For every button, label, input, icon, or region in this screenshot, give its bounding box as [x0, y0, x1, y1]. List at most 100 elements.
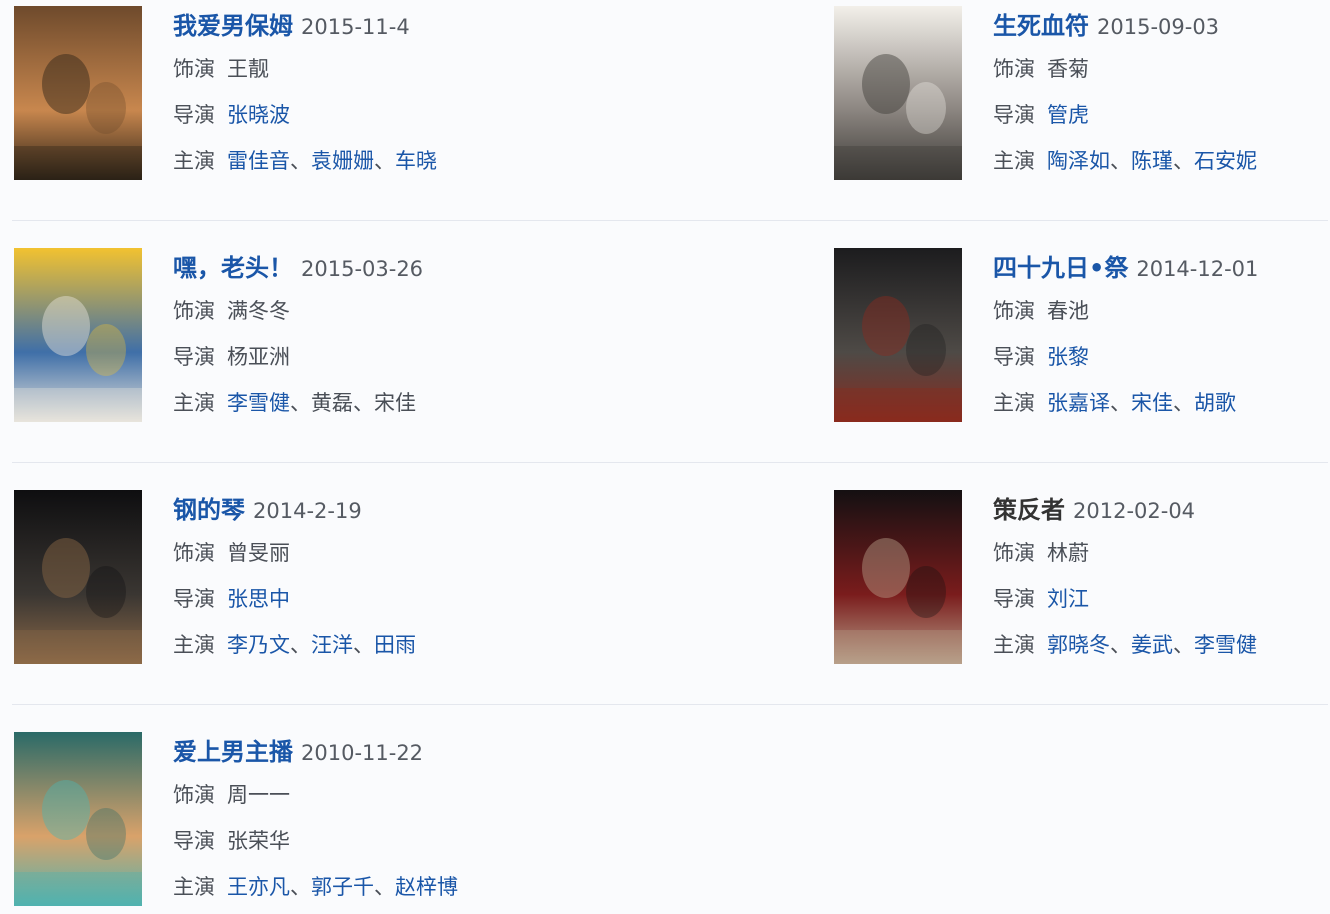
director-label: 导演 — [993, 587, 1035, 611]
cast-member[interactable]: 郭子千 — [311, 875, 374, 899]
row-divider — [12, 220, 1328, 221]
cast-label: 主演 — [993, 633, 1035, 657]
cast-member[interactable]: 郭晓冬 — [1047, 633, 1110, 657]
director-row: 导演 张晓波 — [173, 92, 653, 138]
cast-label: 主演 — [993, 391, 1035, 415]
cast-member[interactable]: 宋佳 — [1131, 391, 1173, 415]
role-name: 春池 — [1047, 299, 1089, 323]
film-title[interactable]: 生死血符 — [993, 12, 1089, 40]
cast-separator: 、 — [1110, 149, 1131, 173]
cast-separator: 、 — [353, 391, 374, 415]
cast-member[interactable]: 陶泽如 — [1047, 149, 1110, 173]
cast-row: 主演 张嘉译、宋佳、胡歌 — [993, 380, 1330, 426]
director-row: 导演 杨亚洲 — [173, 334, 653, 380]
cast-separator: 、 — [1173, 391, 1194, 415]
film-title-row: 我爱男保姆 2015-11-4 — [173, 6, 653, 46]
film-poster[interactable] — [14, 732, 142, 906]
director-name[interactable]: 张晓波 — [227, 103, 290, 127]
film-poster[interactable] — [14, 248, 142, 422]
cast-member[interactable]: 王亦凡 — [227, 875, 290, 899]
cast-member[interactable]: 李乃文 — [227, 633, 290, 657]
film-date: 2014-2-19 — [253, 499, 362, 523]
film-poster[interactable] — [834, 248, 962, 422]
cast-member[interactable]: 李雪健 — [227, 391, 290, 415]
cast-separator: 、 — [1110, 391, 1131, 415]
cast-member[interactable]: 田雨 — [374, 633, 416, 657]
film-entry: 四十九日•祭 2014-12-01 饰演 春池 导演 张黎 主演 张嘉译、宋佳、胡歌 — [834, 248, 1330, 428]
cast-member[interactable]: 李雪健 — [1194, 633, 1257, 657]
director-name: 张荣华 — [227, 829, 290, 853]
cast-member[interactable]: 雷佳音 — [227, 149, 290, 173]
role-label: 饰演 — [993, 299, 1035, 323]
cast-separator: 、 — [1110, 633, 1131, 657]
role-name: 周一一 — [227, 783, 290, 807]
cast-separator: 、 — [1173, 633, 1194, 657]
row-divider — [12, 462, 1328, 463]
film-info: 策反者 2012-02-04 饰演 林蔚 导演 刘江 主演 郭晓冬、姜武、李雪健 — [993, 490, 1330, 668]
film-date: 2014-12-01 — [1136, 257, 1259, 281]
director-name[interactable]: 张黎 — [1047, 345, 1089, 369]
cast-member[interactable]: 汪洋 — [311, 633, 353, 657]
cast-label: 主演 — [173, 875, 215, 899]
cast-member[interactable]: 陈瑾 — [1131, 149, 1173, 173]
cast-separator: 、 — [1173, 149, 1194, 173]
cast-member[interactable]: 张嘉译 — [1047, 391, 1110, 415]
cast-separator: 、 — [290, 633, 311, 657]
director-row: 导演 张思中 — [173, 576, 653, 622]
film-date: 2012-02-04 — [1073, 499, 1196, 523]
film-title[interactable]: 爱上男主播 — [173, 738, 293, 766]
director-label: 导演 — [993, 103, 1035, 127]
role-name: 香菊 — [1047, 57, 1089, 81]
role-name: 林蔚 — [1047, 541, 1089, 565]
film-entry: 钢的琴 2014-2-19 饰演 曾旻丽 导演 张思中 主演 李乃文、汪洋、田雨 — [14, 490, 654, 670]
cast-member: 宋佳 — [374, 391, 416, 415]
director-label: 导演 — [173, 587, 215, 611]
director-name[interactable]: 张思中 — [227, 587, 290, 611]
filmography-list: 我爱男保姆 2015-11-4 饰演 王靓 导演 张晓波 主演 雷佳音、袁姗姗、车晓 生死血符… — [0, 0, 1330, 914]
row-divider — [12, 704, 1328, 705]
cast-member[interactable]: 姜武 — [1131, 633, 1173, 657]
film-title[interactable]: 钢的琴 — [173, 496, 245, 524]
cast-separator: 、 — [290, 149, 311, 173]
cast-separator: 、 — [290, 875, 311, 899]
cast-member[interactable]: 胡歌 — [1194, 391, 1236, 415]
cast-separator: 、 — [374, 875, 395, 899]
film-entry: 我爱男保姆 2015-11-4 饰演 王靓 导演 张晓波 主演 雷佳音、袁姗姗、车晓 — [14, 6, 654, 186]
role-row: 饰演 满冬冬 — [173, 288, 653, 334]
cast-member[interactable]: 袁姗姗 — [311, 149, 374, 173]
film-title[interactable]: 嘿，老头！ — [173, 254, 293, 282]
film-poster[interactable] — [834, 490, 962, 664]
film-info: 嘿，老头！ 2015-03-26 饰演 满冬冬 导演 杨亚洲 主演 李雪健、黄磊、宋佳 — [173, 248, 653, 426]
cast-label: 主演 — [173, 391, 215, 415]
film-title[interactable]: 四十九日•祭 — [993, 254, 1128, 282]
film-poster[interactable] — [834, 6, 962, 180]
director-name: 杨亚洲 — [227, 345, 290, 369]
cast-separator: 、 — [374, 149, 395, 173]
role-label: 饰演 — [993, 57, 1035, 81]
film-poster[interactable] — [14, 490, 142, 664]
director-row: 导演 张黎 — [993, 334, 1330, 380]
film-title[interactable]: 我爱男保姆 — [173, 12, 293, 40]
film-title-row: 钢的琴 2014-2-19 — [173, 490, 653, 530]
cast-row: 主演 李雪健、黄磊、宋佳 — [173, 380, 653, 426]
film-title-row: 策反者 2012-02-04 — [993, 490, 1330, 530]
role-label: 饰演 — [173, 783, 215, 807]
cast-member[interactable]: 车晓 — [395, 149, 437, 173]
director-row: 导演 管虎 — [993, 92, 1330, 138]
director-name[interactable]: 管虎 — [1047, 103, 1089, 127]
film-title-row: 四十九日•祭 2014-12-01 — [993, 248, 1330, 288]
cast-label: 主演 — [173, 633, 215, 657]
cast-label: 主演 — [993, 149, 1035, 173]
cast-member[interactable]: 赵梓博 — [395, 875, 458, 899]
cast-member[interactable]: 石安妮 — [1194, 149, 1257, 173]
cast-separator: 、 — [353, 633, 374, 657]
film-entry: 策反者 2012-02-04 饰演 林蔚 导演 刘江 主演 郭晓冬、姜武、李雪健 — [834, 490, 1330, 670]
role-row: 饰演 曾旻丽 — [173, 530, 653, 576]
film-poster[interactable] — [14, 6, 142, 180]
director-name[interactable]: 刘江 — [1047, 587, 1089, 611]
film-title: 策反者 — [993, 496, 1065, 524]
film-info: 钢的琴 2014-2-19 饰演 曾旻丽 导演 张思中 主演 李乃文、汪洋、田雨 — [173, 490, 653, 668]
role-row: 饰演 周一一 — [173, 772, 653, 818]
film-date: 2015-09-03 — [1097, 15, 1220, 39]
role-row: 饰演 王靓 — [173, 46, 653, 92]
